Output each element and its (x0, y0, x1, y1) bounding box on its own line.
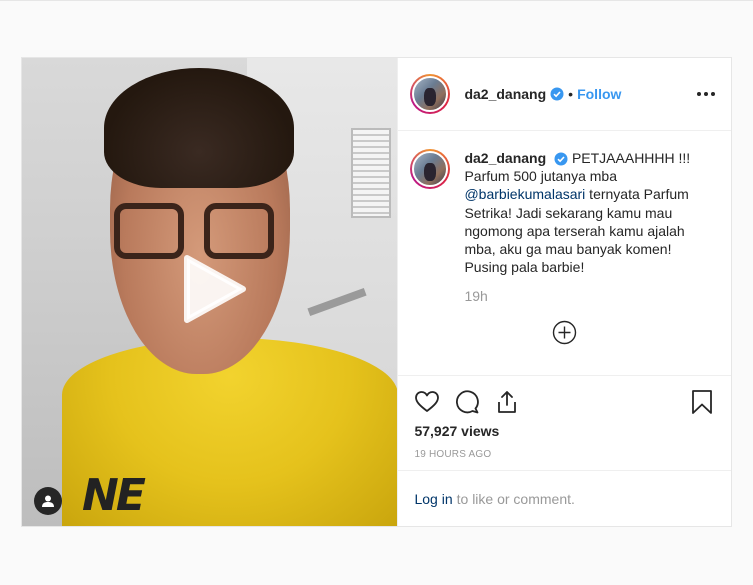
post-video[interactable]: NE (22, 58, 398, 526)
caption-mention-link[interactable]: @barbiekumalasari (464, 186, 585, 202)
caption-text: da2_danang PETJAAAHHHH !!! Parfum 500 ju… (464, 149, 698, 276)
verified-badge-icon (550, 87, 564, 101)
video-person-hair (104, 68, 294, 188)
top-divider (0, 0, 753, 1)
more-horizontal-icon[interactable] (695, 84, 717, 104)
separator-dot: • (568, 86, 574, 102)
login-link[interactable]: Log in (414, 491, 452, 507)
caption-author[interactable]: da2_danang (464, 150, 546, 166)
caption-timestamp[interactable]: 19h (464, 288, 715, 304)
bookmark-icon[interactable] (689, 389, 715, 415)
heart-icon[interactable] (414, 389, 440, 415)
post-header: da2_danang • Follow (398, 58, 731, 131)
actions-area: 57,927 views 19 HOURS AGO (398, 375, 731, 470)
caption-avatar[interactable] (410, 149, 451, 189)
comment-icon[interactable] (454, 389, 480, 415)
video-shirt-print: NE (82, 470, 146, 521)
author-username[interactable]: da2_danang (464, 86, 546, 102)
avatar[interactable] (410, 74, 451, 114)
video-window-blind (351, 128, 392, 218)
action-bar (414, 376, 715, 427)
verified-badge-icon (554, 152, 568, 166)
post-time[interactable]: 19 HOURS AGO (414, 449, 715, 460)
login-prompt-text: to like or comment. (456, 490, 575, 507)
play-icon[interactable] (183, 254, 247, 324)
comments-section: da2_danang PETJAAAHHHH !!! Parfum 500 ju… (398, 131, 731, 375)
share-icon[interactable] (494, 389, 520, 415)
caption: da2_danang PETJAAAHHHH !!! Parfum 500 ju… (410, 149, 715, 276)
post-sidebar: da2_danang • Follow da2_danang PETJAAAHH… (397, 58, 731, 526)
post-card: NE da2_danang • Follow da2_danang PETJAA… (21, 57, 732, 527)
follow-button[interactable]: Follow (577, 86, 621, 102)
user-tag-icon[interactable] (34, 487, 62, 515)
plus-circle-icon[interactable] (552, 320, 577, 345)
login-prompt: Log in to like or comment. (398, 470, 731, 526)
